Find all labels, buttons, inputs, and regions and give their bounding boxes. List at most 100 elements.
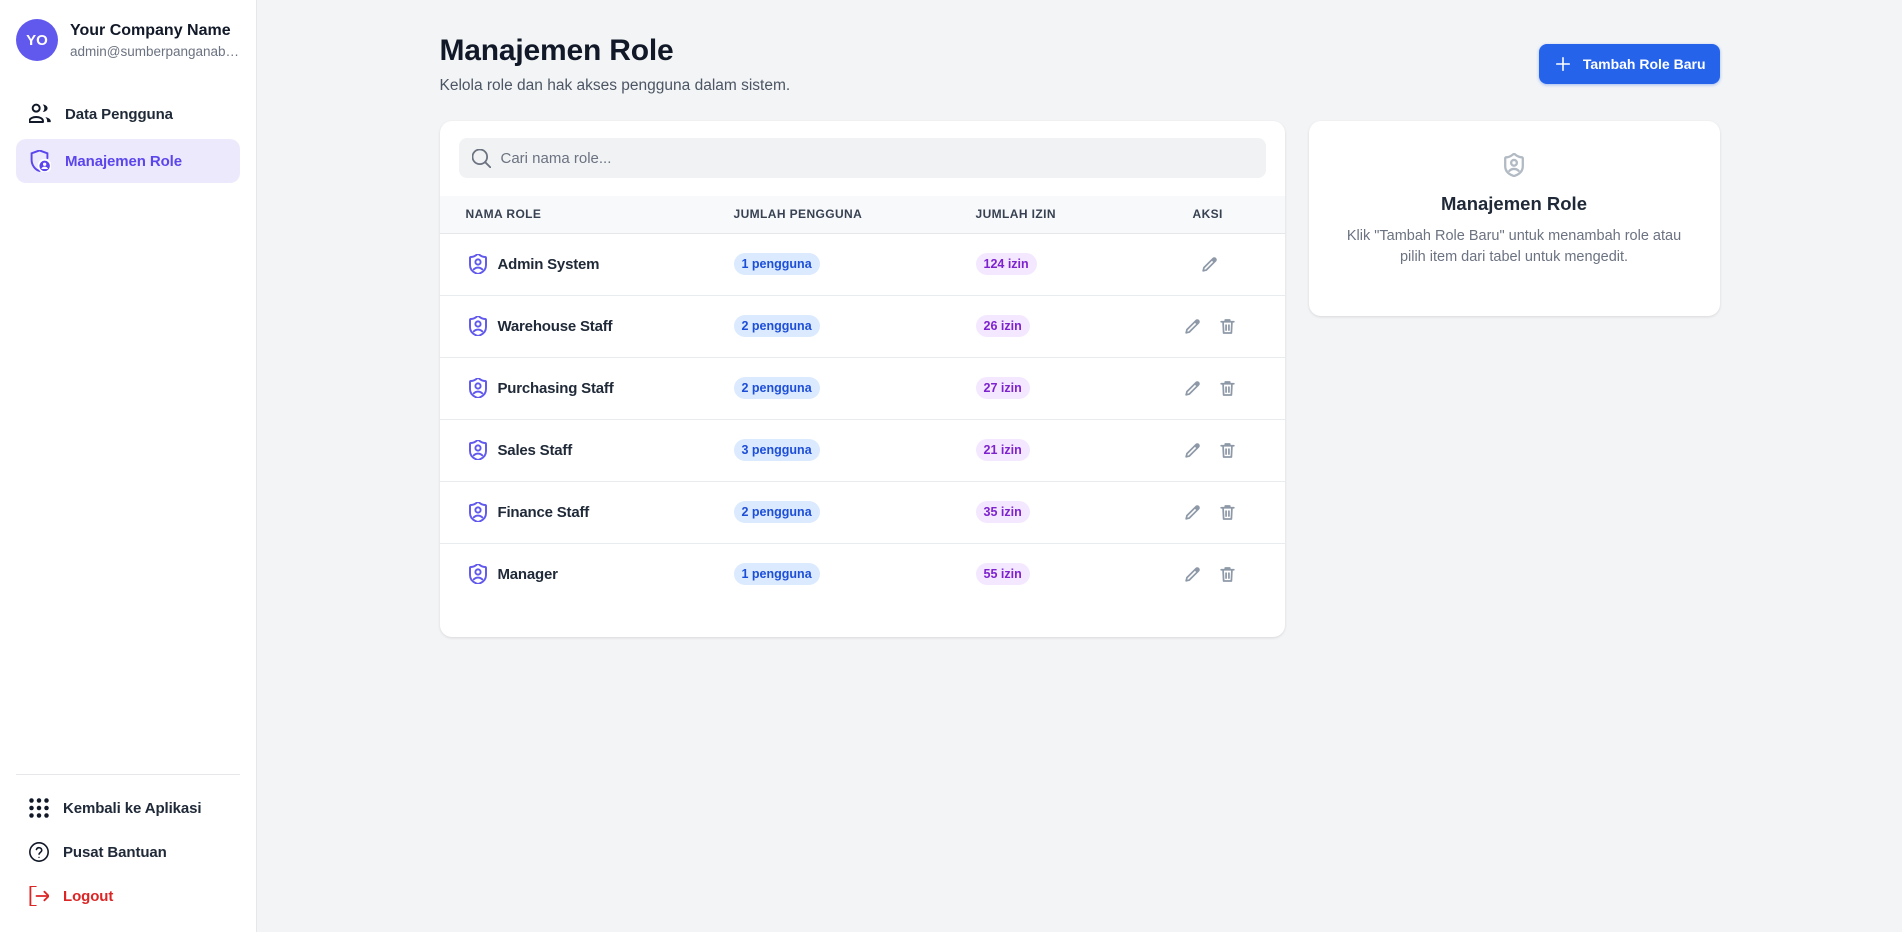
actions-cell <box>1193 357 1285 419</box>
sidebar-item-manajemen-role[interactable]: Manajemen Role <box>16 139 240 183</box>
permissions-count-cell: 124 izin <box>976 233 1193 295</box>
page-header: Manajemen Role Kelola role dan hak akses… <box>440 34 1720 95</box>
edit-role-button[interactable] <box>1183 503 1202 522</box>
sidebar: YO Your Company Name admin@sumberpangana… <box>0 0 257 932</box>
role-name: Warehouse Staff <box>498 318 613 335</box>
profile-email: admin@sumberpanganab… <box>70 44 239 59</box>
action-group <box>1193 503 1285 522</box>
table-header-row: NAMA ROLE JUMLAH PENGGUNA JUMLAH IZIN AK… <box>440 196 1285 233</box>
delete-role-button[interactable] <box>1218 565 1237 584</box>
logout-icon <box>29 886 49 906</box>
delete-role-button[interactable] <box>1218 441 1237 460</box>
sidebar-item-data-pengguna[interactable]: Data Pengguna <box>16 92 240 136</box>
edit-role-button[interactable] <box>1183 441 1202 460</box>
action-group <box>1193 441 1285 460</box>
table-row[interactable]: Admin System 1 pengguna 124 izin <box>440 233 1285 295</box>
users-count-badge: 1 pengguna <box>734 563 820 585</box>
add-role-button[interactable]: Tambah Role Baru <box>1539 44 1720 84</box>
actions-cell <box>1193 543 1285 605</box>
shield-user-icon <box>468 378 488 398</box>
sidebar-item-kembali-ke-aplikasi[interactable]: Kembali ke Aplikasi <box>16 786 240 830</box>
shield-user-icon <box>468 254 488 274</box>
column-header-jumlah-izin: JUMLAH IZIN <box>976 196 1193 233</box>
search-input[interactable] <box>501 150 1253 167</box>
page-header-text: Manajemen Role Kelola role dan hak akses… <box>440 34 791 95</box>
pencil-icon <box>1200 255 1219 274</box>
trash-icon <box>1218 317 1237 336</box>
column-header-aksi: AKSI <box>1193 196 1285 233</box>
users-count-cell: 2 pengguna <box>734 357 976 419</box>
main-container: Manajemen Role Kelola role dan hak akses… <box>440 0 1720 637</box>
delete-role-button[interactable] <box>1218 379 1237 398</box>
edit-role-button[interactable] <box>1200 255 1219 274</box>
detail-card-description: Klik "Tambah Role Baru" untuk menambah r… <box>1338 226 1690 268</box>
delete-role-button[interactable] <box>1218 503 1237 522</box>
users-count-cell: 3 pengguna <box>734 419 976 481</box>
sidebar-divider <box>16 774 240 775</box>
users-count-badge: 2 pengguna <box>734 501 820 523</box>
page-subtitle: Kelola role dan hak akses pengguna dalam… <box>440 77 791 95</box>
shield-user-icon <box>468 564 488 584</box>
table-row[interactable]: Sales Staff 3 pengguna 21 izin <box>440 419 1285 481</box>
edit-role-button[interactable] <box>1183 317 1202 336</box>
sidebar-item-label: Manajemen Role <box>65 153 182 170</box>
shield-user-icon <box>468 502 488 522</box>
sidebar-item-label: Data Pengguna <box>65 106 173 123</box>
actions-cell <box>1193 481 1285 543</box>
permissions-count-badge: 55 izin <box>976 563 1030 585</box>
edit-role-button[interactable] <box>1183 379 1202 398</box>
table-row[interactable]: Finance Staff 2 pengguna 35 izin <box>440 481 1285 543</box>
sidebar-footer-nav: Kembali ke Aplikasi Pusat Bantuan <box>16 786 240 918</box>
sidebar-item-logout[interactable]: Logout <box>16 874 240 918</box>
permissions-count-cell: 21 izin <box>976 419 1193 481</box>
users-icon <box>29 103 51 125</box>
search-wrap <box>440 121 1285 196</box>
role-name-cell: Purchasing Staff <box>440 357 734 419</box>
action-group <box>1193 379 1285 398</box>
add-role-button-label: Tambah Role Baru <box>1583 56 1706 72</box>
role-name: Manager <box>498 566 558 583</box>
role-name-cell: Sales Staff <box>440 419 734 481</box>
table-row[interactable]: Purchasing Staff 2 pengguna 27 izin <box>440 357 1285 419</box>
action-group <box>1193 255 1285 274</box>
content-area: NAMA ROLE JUMLAH PENGGUNA JUMLAH IZIN AK… <box>440 121 1720 637</box>
sidebar-nav: Data Pengguna Manajemen Role <box>16 92 240 183</box>
company-name: Your Company Name <box>70 21 239 40</box>
role-name: Finance Staff <box>498 504 590 521</box>
search-icon <box>472 149 491 168</box>
actions-cell <box>1193 295 1285 357</box>
users-count-badge: 2 pengguna <box>734 377 820 399</box>
plus-icon <box>1553 54 1573 74</box>
roles-table-card: NAMA ROLE JUMLAH PENGGUNA JUMLAH IZIN AK… <box>440 121 1285 637</box>
permissions-count-cell: 27 izin <box>976 357 1193 419</box>
trash-icon <box>1218 379 1237 398</box>
delete-role-button[interactable] <box>1218 317 1237 336</box>
profile-info: Your Company Name admin@sumberpanganab… <box>70 21 239 59</box>
pencil-icon <box>1183 441 1202 460</box>
sidebar-item-label: Pusat Bantuan <box>63 844 167 861</box>
sidebar-item-label: Kembali ke Aplikasi <box>63 800 201 817</box>
permissions-count-badge: 26 izin <box>976 315 1030 337</box>
role-name-cell: Warehouse Staff <box>440 295 734 357</box>
avatar: YO <box>16 19 58 61</box>
shield-user-icon <box>468 440 488 460</box>
profile: YO Your Company Name admin@sumberpangana… <box>16 19 240 61</box>
pencil-icon <box>1183 565 1202 584</box>
sidebar-item-pusat-bantuan[interactable]: Pusat Bantuan <box>16 830 240 874</box>
table-head: NAMA ROLE JUMLAH PENGGUNA JUMLAH IZIN AK… <box>440 196 1285 233</box>
shield-user-icon <box>468 316 488 336</box>
help-circle-icon <box>29 842 49 862</box>
main-content: Manajemen Role Kelola role dan hak akses… <box>257 0 1902 932</box>
role-name: Purchasing Staff <box>498 380 614 397</box>
users-count-cell: 2 pengguna <box>734 295 976 357</box>
page-title: Manajemen Role <box>440 34 791 68</box>
actions-cell <box>1193 233 1285 295</box>
edit-role-button[interactable] <box>1183 565 1202 584</box>
table-row[interactable]: Warehouse Staff 2 pengguna 26 izin <box>440 295 1285 357</box>
permissions-count-badge: 35 izin <box>976 501 1030 523</box>
column-header-nama-role: NAMA ROLE <box>440 196 734 233</box>
table-row[interactable]: Manager 1 pengguna 55 izin <box>440 543 1285 605</box>
shield-user-icon <box>1333 153 1696 177</box>
action-group <box>1193 317 1285 336</box>
users-count-badge: 2 pengguna <box>734 315 820 337</box>
